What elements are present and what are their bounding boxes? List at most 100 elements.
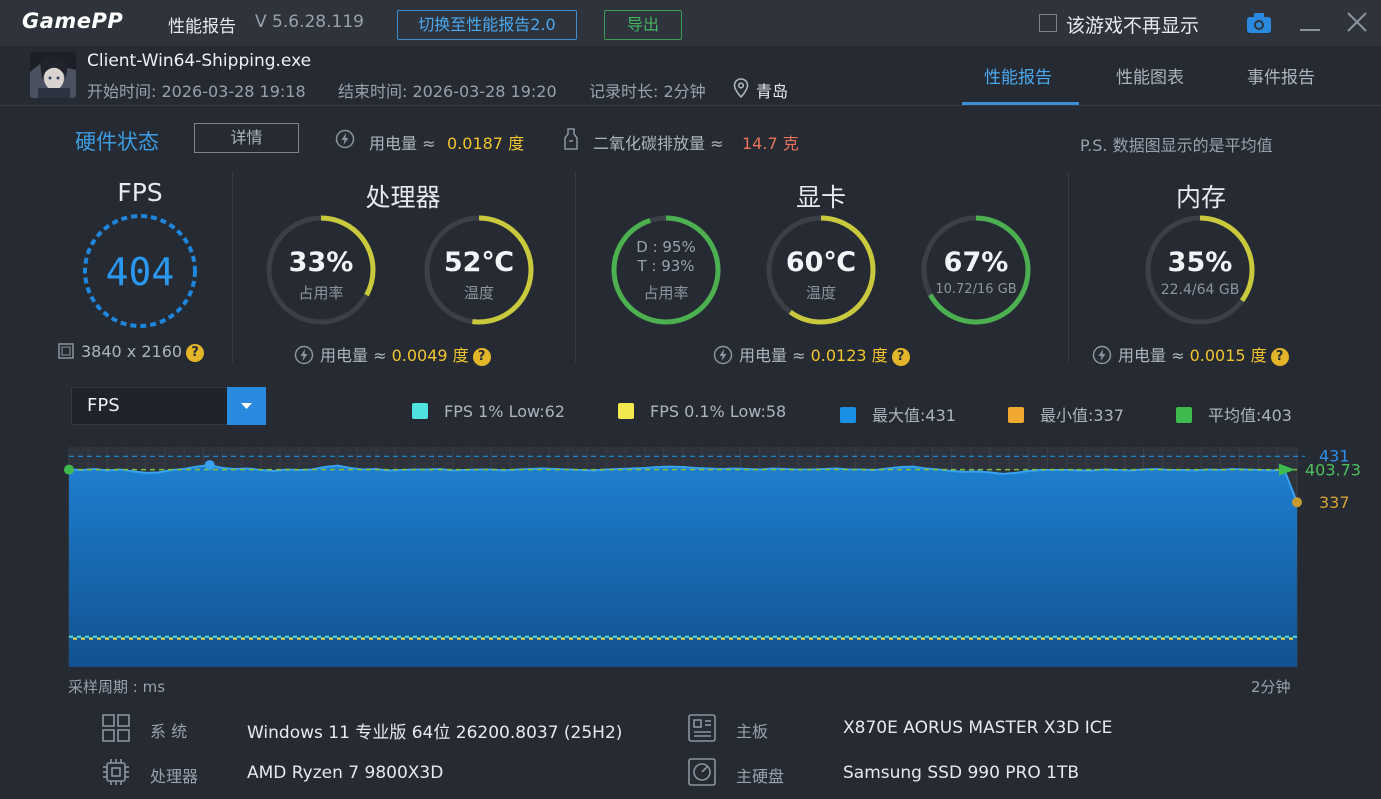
cpu-label: 处理器 (150, 767, 199, 786)
hide-game-checkbox[interactable] (1039, 14, 1057, 32)
switch-report-button[interactable]: 切换至性能报告2.0 (397, 10, 577, 40)
legend-avg: 平均值:403 (1176, 402, 1292, 426)
power-icon (1092, 345, 1112, 365)
legend-min: 最小值:337 (1008, 402, 1124, 426)
card-divider (1068, 172, 1069, 362)
max-point (204, 460, 215, 471)
record-duration: 记录时长: 2分钟 (589, 82, 706, 101)
co2-label: 二氧化碳排放量 ≈ (593, 134, 724, 153)
tab-performance-report[interactable]: 性能报告 (984, 63, 1052, 88)
cpu-temp-gauge: 52℃ 温度 (423, 214, 535, 326)
gpu-power-value: 0.0123 度 (810, 346, 888, 365)
legend-swatch (1176, 407, 1192, 423)
gpu-usage-label: 占用率 (643, 284, 689, 302)
gamepp-logo: GamePP (22, 9, 124, 33)
close-icon[interactable] (1345, 10, 1369, 34)
cpu-temp-label: 温度 (463, 284, 494, 302)
legend-label: 最小值:337 (1040, 406, 1124, 425)
cpu-usage-value: 33% (288, 247, 354, 278)
header-divider (0, 105, 1381, 106)
os-value: Windows 11 专业版 64位 26200.8037 (25H2) (247, 723, 623, 743)
min-point (1292, 497, 1302, 508)
legend-swatch (1008, 407, 1024, 423)
card-divider (575, 172, 576, 362)
help-icon[interactable]: ? (186, 344, 205, 362)
resolution-value: 3840 x 2160 (81, 342, 183, 361)
gpu-temp-gauge: 60℃ 温度 (765, 214, 877, 326)
avg-value-label: 403.73 (1305, 461, 1361, 480)
gpu-temp-label: 温度 (805, 284, 836, 302)
power-icon (713, 345, 733, 365)
gpu-vram-label: 10.72/16 GB (935, 282, 1017, 297)
total-power-label: 用电量 ≈ (369, 134, 436, 153)
fps-gauge: 404 (81, 212, 199, 330)
legend-label: 平均值:403 (1208, 406, 1292, 425)
minimize-icon[interactable] (1298, 10, 1322, 34)
game-avatar (30, 52, 76, 98)
gpu-vram-gauge: 67% 10.72/16 GB (920, 214, 1032, 326)
tab-event-report[interactable]: 事件报告 (1247, 63, 1315, 88)
legend-label: FPS 1% Low:62 (444, 402, 565, 421)
x-axis-end-label: 2分钟 (1251, 678, 1291, 696)
details-button[interactable]: 详情 (194, 123, 299, 153)
help-icon[interactable]: ? (891, 348, 910, 366)
memory-power-row: 用电量 ≈ 0.0015 度? (1092, 342, 1289, 366)
memory-power-label: 用电量 ≈ (1118, 346, 1185, 365)
motherboard-label: 主板 (736, 722, 769, 741)
sample-period-label: 采样周期 : ms (68, 678, 166, 696)
monitor-icon (57, 342, 75, 360)
avg-start-point (64, 464, 74, 475)
gpu-usage-gauge: D : 95% T : 93% 占用率 (610, 214, 722, 326)
resolution-row: 3840 x 2160? (57, 342, 205, 362)
gpu-usage-d: D : 95% (636, 238, 696, 256)
gpu-power-row: 用电量 ≈ 0.0123 度? (713, 342, 910, 366)
cpu-usage-label: 占用率 (298, 284, 344, 302)
camera-icon[interactable] (1245, 11, 1273, 35)
cpu-temp-value: 52℃ (443, 247, 515, 278)
help-icon[interactable]: ? (1270, 348, 1289, 366)
co2-value: 14.7 克 (742, 134, 799, 153)
motherboard-value: X870E AORUS MASTER X3D ICE (843, 718, 1113, 738)
end-time: 结束时间: 2026-03-28 19:20 (338, 82, 557, 101)
cpu-power-label: 用电量 ≈ (320, 346, 387, 365)
app-version: V 5.6.28.119 (255, 12, 364, 32)
average-note: P.S. 数据图显示的是平均值 (1080, 136, 1273, 155)
cpu-value: AMD Ryzen 7 9800X3D (247, 763, 444, 783)
card-divider (232, 172, 233, 362)
metric-dropdown-value[interactable]: FPS (87, 395, 120, 416)
min-value-label: 337 (1319, 493, 1350, 512)
disk-label: 主硬盘 (736, 767, 785, 786)
gpu-card-title: 显卡 (795, 183, 846, 212)
legend-swatch (412, 403, 428, 419)
legend-max: 最大值:431 (840, 402, 956, 426)
gpu-usage-t: T : 93% (637, 257, 695, 275)
power-icon (294, 345, 314, 365)
legend-swatch (840, 407, 856, 423)
gpu-vram-value: 67% (943, 247, 1009, 278)
start-time: 开始时间: 2026-03-28 19:18 (87, 82, 306, 101)
legend-point-one-percent-low: FPS 0.1% Low:58 (618, 402, 786, 421)
motherboard-icon (686, 712, 718, 744)
memory-card-title: 内存 (1175, 183, 1226, 212)
exe-name: Client-Win64-Shipping.exe (87, 51, 312, 71)
power-icon (335, 129, 355, 149)
hide-game-label[interactable]: 该游戏不再显示 (1066, 11, 1199, 38)
location-pin-icon (733, 78, 749, 99)
gpu-power-label: 用电量 ≈ (739, 346, 806, 365)
disk-icon (686, 756, 718, 788)
legend-one-percent-low: FPS 1% Low:62 (412, 402, 565, 421)
cpu-icon (100, 756, 132, 788)
memory-usage-value: 35% (1167, 247, 1233, 278)
tab-performance-chart[interactable]: 性能图表 (1116, 63, 1184, 88)
fps-card-title: FPS (117, 178, 163, 207)
export-button[interactable]: 导出 (604, 10, 682, 40)
os-label: 系 统 (150, 722, 188, 741)
fps-chart: 431403.73337 (64, 446, 1361, 667)
memory-power-value: 0.0015 度 (1189, 346, 1267, 365)
legend-label: 最大值:431 (872, 406, 956, 425)
help-icon[interactable]: ? (472, 348, 491, 366)
hardware-status-title: 硬件状态 (75, 130, 159, 154)
gpu-temp-value: 60℃ (785, 247, 857, 278)
dropdown-arrow-icon[interactable] (227, 387, 266, 425)
legend-label: FPS 0.1% Low:58 (650, 402, 787, 421)
